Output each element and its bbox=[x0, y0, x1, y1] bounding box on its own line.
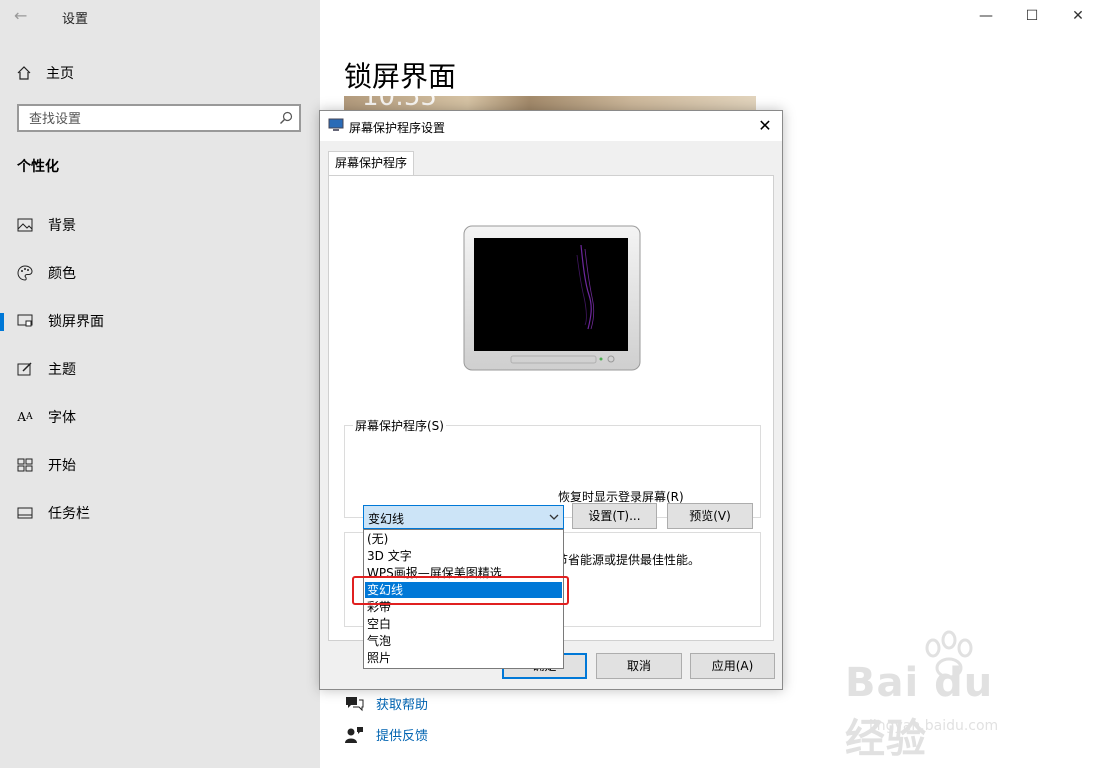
sidebar-item-label: 锁屏界面 bbox=[48, 314, 104, 330]
tab-screensaver[interactable]: 屏幕保护程序 bbox=[328, 151, 414, 175]
watermark-brand: Bai du 经验 bbox=[845, 660, 994, 762]
screensaver-select[interactable]: 变幻线 bbox=[363, 505, 564, 529]
dropdown-option[interactable]: 照片 bbox=[365, 650, 562, 666]
selected-value: 变幻线 bbox=[368, 512, 405, 526]
start-icon bbox=[16, 456, 34, 474]
close-window-button[interactable]: ✕ bbox=[1055, 2, 1101, 30]
highlight-annotation bbox=[352, 576, 569, 605]
cancel-button[interactable]: 取消 bbox=[596, 653, 682, 679]
feedback-link-row[interactable]: 提供反馈 bbox=[344, 725, 428, 744]
sidebar-item-lock-screen[interactable]: 锁屏界面 bbox=[0, 301, 320, 341]
screensaver-dialog: 屏幕保护程序设置 ✕ 屏幕保护程序 屏幕保护程序(S) 恢复时显示登录屏幕(R)… bbox=[319, 110, 783, 690]
sidebar-item-label: 开始 bbox=[48, 458, 76, 474]
tab-panel: 屏幕保护程序(S) 恢复时显示登录屏幕(R) 节省能源或提供最佳性能。 变幻线 … bbox=[328, 175, 774, 669]
minimize-button[interactable]: — bbox=[963, 2, 1009, 30]
close-icon[interactable]: ✕ bbox=[754, 115, 776, 137]
sidebar-item-label: 字体 bbox=[48, 410, 76, 426]
dropdown-option[interactable]: 3D 文字 bbox=[365, 548, 562, 564]
dropdown-option[interactable]: 气泡 bbox=[365, 633, 562, 649]
dialog-titlebar: 屏幕保护程序设置 ✕ bbox=[320, 111, 782, 141]
dropdown-option[interactable]: 空白 bbox=[365, 616, 562, 632]
sidebar-item-fonts[interactable]: AA 字体 bbox=[0, 397, 320, 437]
lock-screen-icon bbox=[16, 312, 34, 330]
power-description: 节省能源或提供最佳性能。 bbox=[556, 553, 701, 567]
get-help-link[interactable]: 获取帮助 bbox=[376, 694, 428, 713]
back-arrow-icon[interactable]: ← bbox=[14, 6, 27, 25]
sidebar-item-taskbar[interactable]: 任务栏 bbox=[0, 493, 320, 533]
baidu-watermark: Bai du 经验 jingyan.baidu.com bbox=[841, 630, 1041, 762]
sidebar-item-themes[interactable]: 主题 bbox=[0, 349, 320, 389]
feedback-link[interactable]: 提供反馈 bbox=[376, 725, 428, 744]
sidebar-item-colors[interactable]: 颜色 bbox=[0, 253, 320, 293]
sidebar-item-start[interactable]: 开始 bbox=[0, 445, 320, 485]
dialog-title: 屏幕保护程序设置 bbox=[349, 121, 446, 135]
home-nav-item[interactable]: 主页 bbox=[16, 63, 74, 83]
theme-icon bbox=[16, 360, 34, 378]
home-icon bbox=[17, 66, 31, 80]
search-icon[interactable] bbox=[279, 111, 293, 125]
settings-sidebar: ← 设置 主页 个性化 背景 颜色 锁屏界面 主题 bbox=[0, 0, 320, 768]
maximize-button[interactable]: ☐ bbox=[1009, 2, 1055, 30]
taskbar-icon bbox=[16, 504, 34, 522]
picture-icon bbox=[16, 216, 34, 234]
monitor-icon bbox=[328, 118, 344, 131]
sidebar-item-label: 颜色 bbox=[48, 266, 76, 282]
apply-button[interactable]: 应用(A) bbox=[690, 653, 775, 679]
section-title: 个性化 bbox=[17, 159, 59, 175]
group-label: 屏幕保护程序(S) bbox=[353, 417, 446, 434]
monitor-preview bbox=[463, 225, 641, 371]
search-input[interactable] bbox=[27, 109, 271, 129]
settings-button[interactable]: 设置(T)... bbox=[572, 503, 657, 529]
chevron-down-icon bbox=[549, 514, 559, 520]
feedback-icon bbox=[345, 726, 363, 743]
app-title: 设置 bbox=[62, 12, 89, 27]
get-help-link-row[interactable]: 获取帮助 bbox=[344, 694, 428, 713]
preview-button[interactable]: 预览(V) bbox=[667, 503, 753, 529]
search-box[interactable] bbox=[17, 104, 301, 132]
sidebar-item-label: 主题 bbox=[48, 362, 76, 378]
help-chat-icon bbox=[346, 696, 364, 711]
font-icon: AA bbox=[17, 410, 33, 424]
palette-icon bbox=[16, 264, 34, 282]
sidebar-item-label: 任务栏 bbox=[48, 506, 90, 522]
page-title: 锁屏界面 bbox=[344, 60, 457, 93]
sidebar-item-label: 背景 bbox=[48, 218, 76, 234]
watermark-url: jingyan.baidu.com bbox=[869, 718, 999, 734]
sidebar-item-background[interactable]: 背景 bbox=[0, 205, 320, 245]
home-label: 主页 bbox=[46, 66, 74, 82]
dropdown-option[interactable]: (无) bbox=[365, 531, 562, 547]
